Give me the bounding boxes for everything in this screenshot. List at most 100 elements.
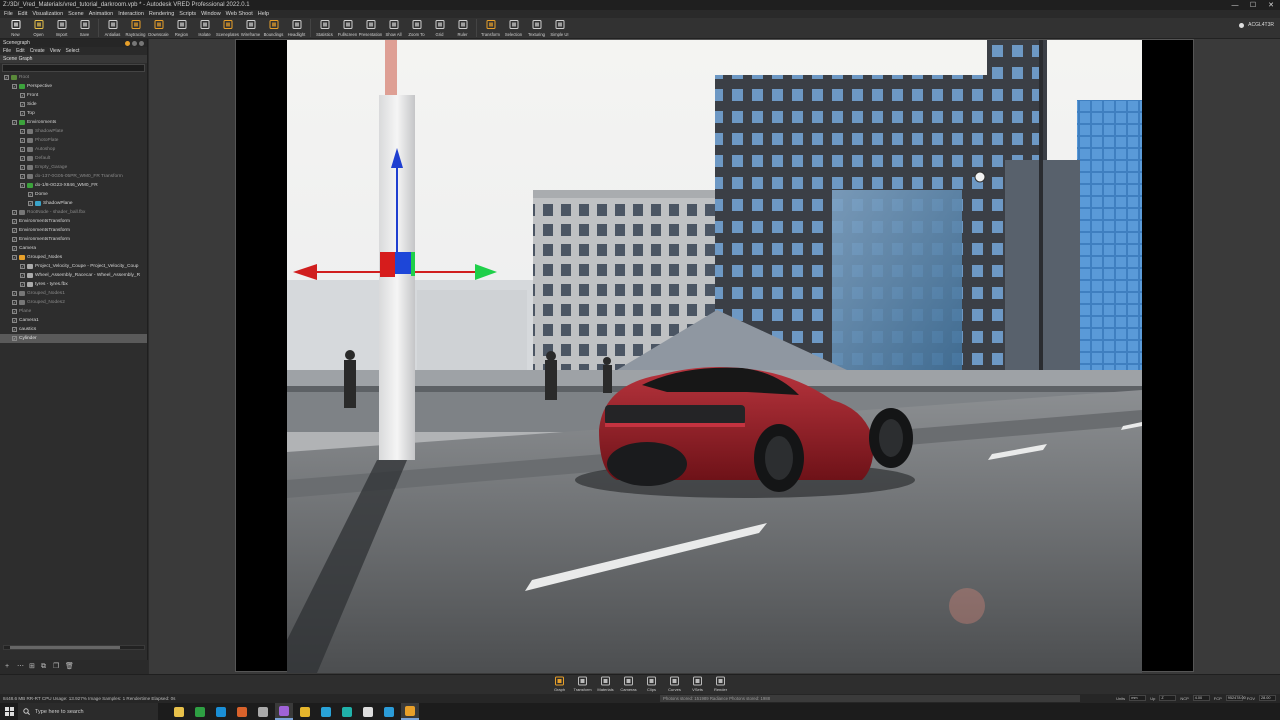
dock-clips-button[interactable]: Clips <box>640 676 663 695</box>
notes-taskbar-button[interactable] <box>359 703 377 720</box>
tree-node[interactable]: ✓ Default <box>0 154 147 163</box>
dock-materials-button[interactable]: Materials <box>594 676 617 695</box>
visibility-checkbox[interactable]: ✓ <box>20 183 25 188</box>
menu-rendering[interactable]: Rendering <box>149 11 174 17</box>
toolbar-save-button[interactable]: Save <box>73 18 96 39</box>
visibility-checkbox[interactable]: ✓ <box>12 228 17 233</box>
tree-node[interactable]: ✓ Grouped_Nodes <box>0 253 147 262</box>
visibility-checkbox[interactable]: ✓ <box>12 309 17 314</box>
status-field-units[interactable]: mm <box>1129 695 1147 701</box>
toolbar-isolate-button[interactable]: Isolate <box>193 18 216 39</box>
toolbar-import-button[interactable]: Import <box>50 18 73 39</box>
tree-node[interactable]: ✓ Autoshop <box>0 145 147 154</box>
tree-node[interactable]: ✓ Top <box>0 109 147 118</box>
visibility-checkbox[interactable]: ✓ <box>12 327 17 332</box>
sg-menu-select[interactable]: Select <box>65 48 79 54</box>
close-button[interactable]: ✕ <box>1262 0 1280 10</box>
tree-node[interactable]: ✓ Grouped_Nodes2 <box>0 298 147 307</box>
file-explorer-taskbar-button[interactable] <box>170 703 188 720</box>
group-icon[interactable]: ⊞ <box>29 663 35 670</box>
skype-taskbar-button[interactable] <box>380 703 398 720</box>
toolbar-new-button[interactable]: New <box>4 18 27 39</box>
link-icon[interactable]: ⋯ <box>17 663 24 670</box>
dock-graph-button[interactable]: Graph <box>548 676 571 695</box>
sg-menu-create[interactable]: Create <box>30 48 45 54</box>
visibility-checkbox[interactable]: ✓ <box>4 75 9 80</box>
visibility-checkbox[interactable]: ✓ <box>20 156 25 161</box>
maximize-button[interactable]: ☐ <box>1244 0 1262 10</box>
visibility-checkbox[interactable]: ✓ <box>20 102 25 107</box>
toolbar-region-button[interactable]: Region <box>170 18 193 39</box>
sg-menu-file[interactable]: File <box>3 48 11 54</box>
panel-pin-icon[interactable] <box>125 40 130 46</box>
tree-node[interactable]: ✓ tyres - tyres.fbx <box>0 280 147 289</box>
toolbar-boundings-button[interactable]: Boundings <box>262 18 285 39</box>
media-taskbar-button[interactable] <box>275 703 293 720</box>
tree-node[interactable]: ✓ Perspective <box>0 82 147 91</box>
scenegraph-search-input[interactable] <box>3 65 144 71</box>
menu-edit[interactable]: Edit <box>18 11 27 17</box>
menu-visualization[interactable]: Visualization <box>32 11 63 17</box>
toolbar-sceneplates-button[interactable]: Sceneplates <box>216 18 239 39</box>
menu-scene[interactable]: Scene <box>68 11 84 17</box>
toolbar-raytracing-button[interactable]: Raytracing <box>124 18 147 39</box>
dock-cameras-button[interactable]: Cameras <box>617 676 640 695</box>
toolbar-statistics-button[interactable]: Statistics <box>313 18 336 39</box>
tab-scene-graph[interactable]: Scene Graph <box>3 56 32 62</box>
visibility-checkbox[interactable]: ✓ <box>12 84 17 89</box>
tree-node[interactable]: ✓ Root <box>0 73 147 82</box>
tree-node[interactable]: ✓ Dome <box>0 190 147 199</box>
visibility-checkbox[interactable]: ✓ <box>12 300 17 305</box>
tree-node[interactable]: ✓ Wheel_Assembly_Racecar - Wheel_Assembly… <box>0 271 147 280</box>
visibility-checkbox[interactable]: ✓ <box>12 246 17 251</box>
menu-interaction[interactable]: Interaction <box>118 11 144 17</box>
render-image[interactable] <box>287 40 1142 673</box>
toolbar-simple-ui-button[interactable]: Simple UI <box>548 18 571 39</box>
tree-node[interactable]: ✓ ShadowPlate <box>0 127 147 136</box>
menu-file[interactable]: File <box>4 11 13 17</box>
toolbar-presentation-button[interactable]: Presentation <box>359 18 382 39</box>
tree-node[interactable]: ✓ Empty_Garage <box>0 163 147 172</box>
illustrator-taskbar-button[interactable] <box>233 703 251 720</box>
tree-node[interactable]: ✓ RootNode - shader_ball.fbx <box>0 208 147 217</box>
visibility-checkbox[interactable]: ✓ <box>20 282 25 287</box>
status-field-up[interactable]: Z <box>1159 695 1177 701</box>
visibility-checkbox[interactable]: ✓ <box>20 165 25 170</box>
toolbar-ruler-button[interactable]: Ruler <box>451 18 474 39</box>
tree-node[interactable]: ✓ Plane <box>0 307 147 316</box>
status-field-fcp[interactable]: 952478.00 <box>1225 695 1246 701</box>
toolbar-grid-button[interactable]: Grid <box>428 18 451 39</box>
tree-node[interactable]: ✓ EnvironmentsTransform <box>0 235 147 244</box>
message-line[interactable]: Photons stored: 151989 Radiance Photons … <box>660 695 1080 702</box>
steam-taskbar-button[interactable] <box>317 703 335 720</box>
dock-curves-button[interactable]: Curves <box>663 676 686 695</box>
visibility-checkbox[interactable]: ✓ <box>12 291 17 296</box>
tree-node[interactable]: ✓ Cylinder <box>0 334 147 343</box>
tree-node[interactable]: ✓ do-137-0G05-05PR_WM0_FR Transform <box>0 172 147 181</box>
sg-menu-view[interactable]: View <box>50 48 61 54</box>
render-viewport[interactable] <box>235 39 1194 673</box>
status-field-ncp[interactable]: 4.00 <box>1192 695 1210 701</box>
scrollbar-thumb[interactable] <box>10 646 120 649</box>
chrome-taskbar-button[interactable] <box>296 703 314 720</box>
renderer-label[interactable]: ACGL4T3R <box>1248 22 1274 28</box>
tree-node[interactable]: ✓ do-1/8-0G23-X846_WM0_FR <box>0 181 147 190</box>
tree-node[interactable]: ✓ caustics <box>0 325 147 334</box>
panel-close-icon[interactable] <box>139 40 144 46</box>
tree-node[interactable]: ✓ Camera <box>0 244 147 253</box>
visibility-checkbox[interactable]: ✓ <box>28 192 33 197</box>
tree-node[interactable]: ✓ Side <box>0 100 147 109</box>
menu-animation[interactable]: Animation <box>89 11 113 17</box>
visibility-checkbox[interactable]: ✓ <box>20 273 25 278</box>
toolbar-transform-button[interactable]: Transform <box>479 18 502 39</box>
dock-transform-button[interactable]: Transform <box>571 676 594 695</box>
toolbar-downscale-button[interactable]: Downscale <box>147 18 170 39</box>
visibility-checkbox[interactable]: ✓ <box>28 201 33 206</box>
visibility-checkbox[interactable]: ✓ <box>20 147 25 152</box>
start-button[interactable] <box>0 703 18 720</box>
toolbar-texturing-button[interactable]: Texturing <box>525 18 548 39</box>
toolbar-selection-button[interactable]: Selection <box>502 18 525 39</box>
tree-node[interactable]: ✓ PhotoPlate <box>0 136 147 145</box>
spreadsheet-taskbar-button[interactable] <box>191 703 209 720</box>
settings-taskbar-button[interactable] <box>254 703 272 720</box>
